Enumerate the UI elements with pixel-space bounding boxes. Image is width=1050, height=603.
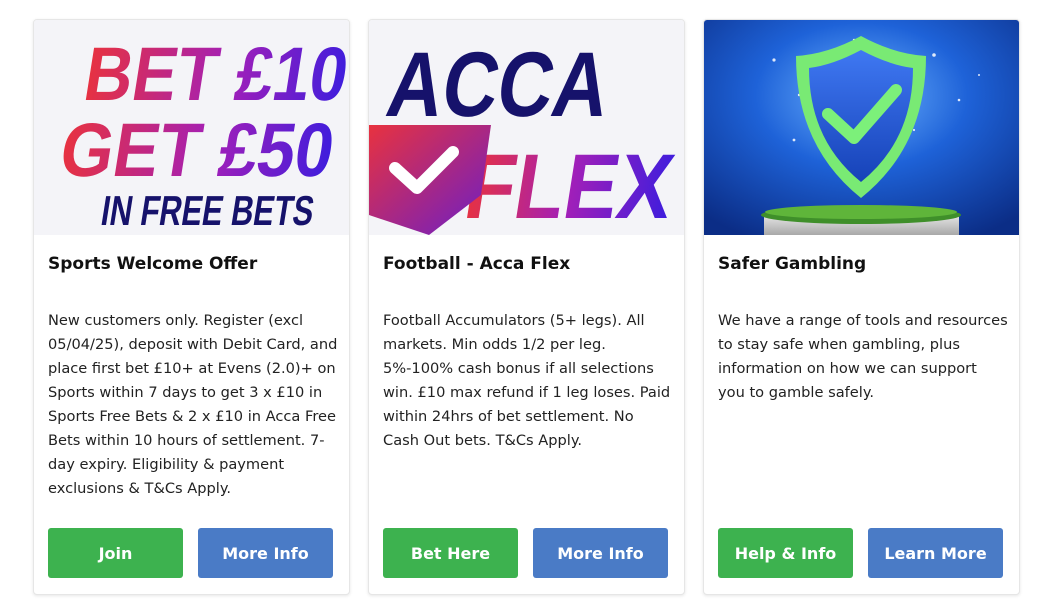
promo-card-acca-flex: ACCA FLEX Football - Acca Flex Football … xyxy=(368,19,685,595)
banner-line-free-bets: IN FREE BETS xyxy=(98,187,317,234)
more-info-button[interactable]: More Info xyxy=(198,528,333,578)
banner-line-get: GET £50 xyxy=(55,108,340,192)
promo-banner-acca-flex[interactable]: ACCA FLEX xyxy=(369,20,684,235)
promo-banner-safer-gambling[interactable] xyxy=(704,20,1019,235)
card-description: We have a range of tools and resources t… xyxy=(718,312,1008,401)
bet-here-button[interactable]: Bet Here xyxy=(383,528,518,578)
learn-more-button[interactable]: Learn More xyxy=(868,528,1003,578)
more-info-button[interactable]: More Info xyxy=(533,528,668,578)
card-title: Sports Welcome Offer xyxy=(48,254,258,274)
promo-card-safer-gambling: Safer Gambling We have a range of tools … xyxy=(703,19,1020,595)
card-description: New customers only. Register (excl 05/04… xyxy=(48,312,338,497)
promo-card-sports-welcome: BET £10 GET £50 IN FREE BETS Sports Welc… xyxy=(33,19,350,595)
grass-pedestal xyxy=(761,205,961,235)
banner-line-acca: ACCA xyxy=(381,33,617,136)
join-button[interactable]: Join xyxy=(48,528,183,578)
help-info-button[interactable]: Help & Info xyxy=(718,528,853,578)
promo-banner-bet10-get50[interactable]: BET £10 GET £50 IN FREE BETS xyxy=(34,20,349,235)
card-title: Safer Gambling xyxy=(718,254,867,274)
card-description: Football Accumulators (5+ legs). All mar… xyxy=(383,312,671,449)
banner-line-flex: FLEX xyxy=(458,135,680,235)
banner-line-bet: BET £10 xyxy=(79,32,349,116)
card-title: Football - Acca Flex xyxy=(383,254,571,274)
